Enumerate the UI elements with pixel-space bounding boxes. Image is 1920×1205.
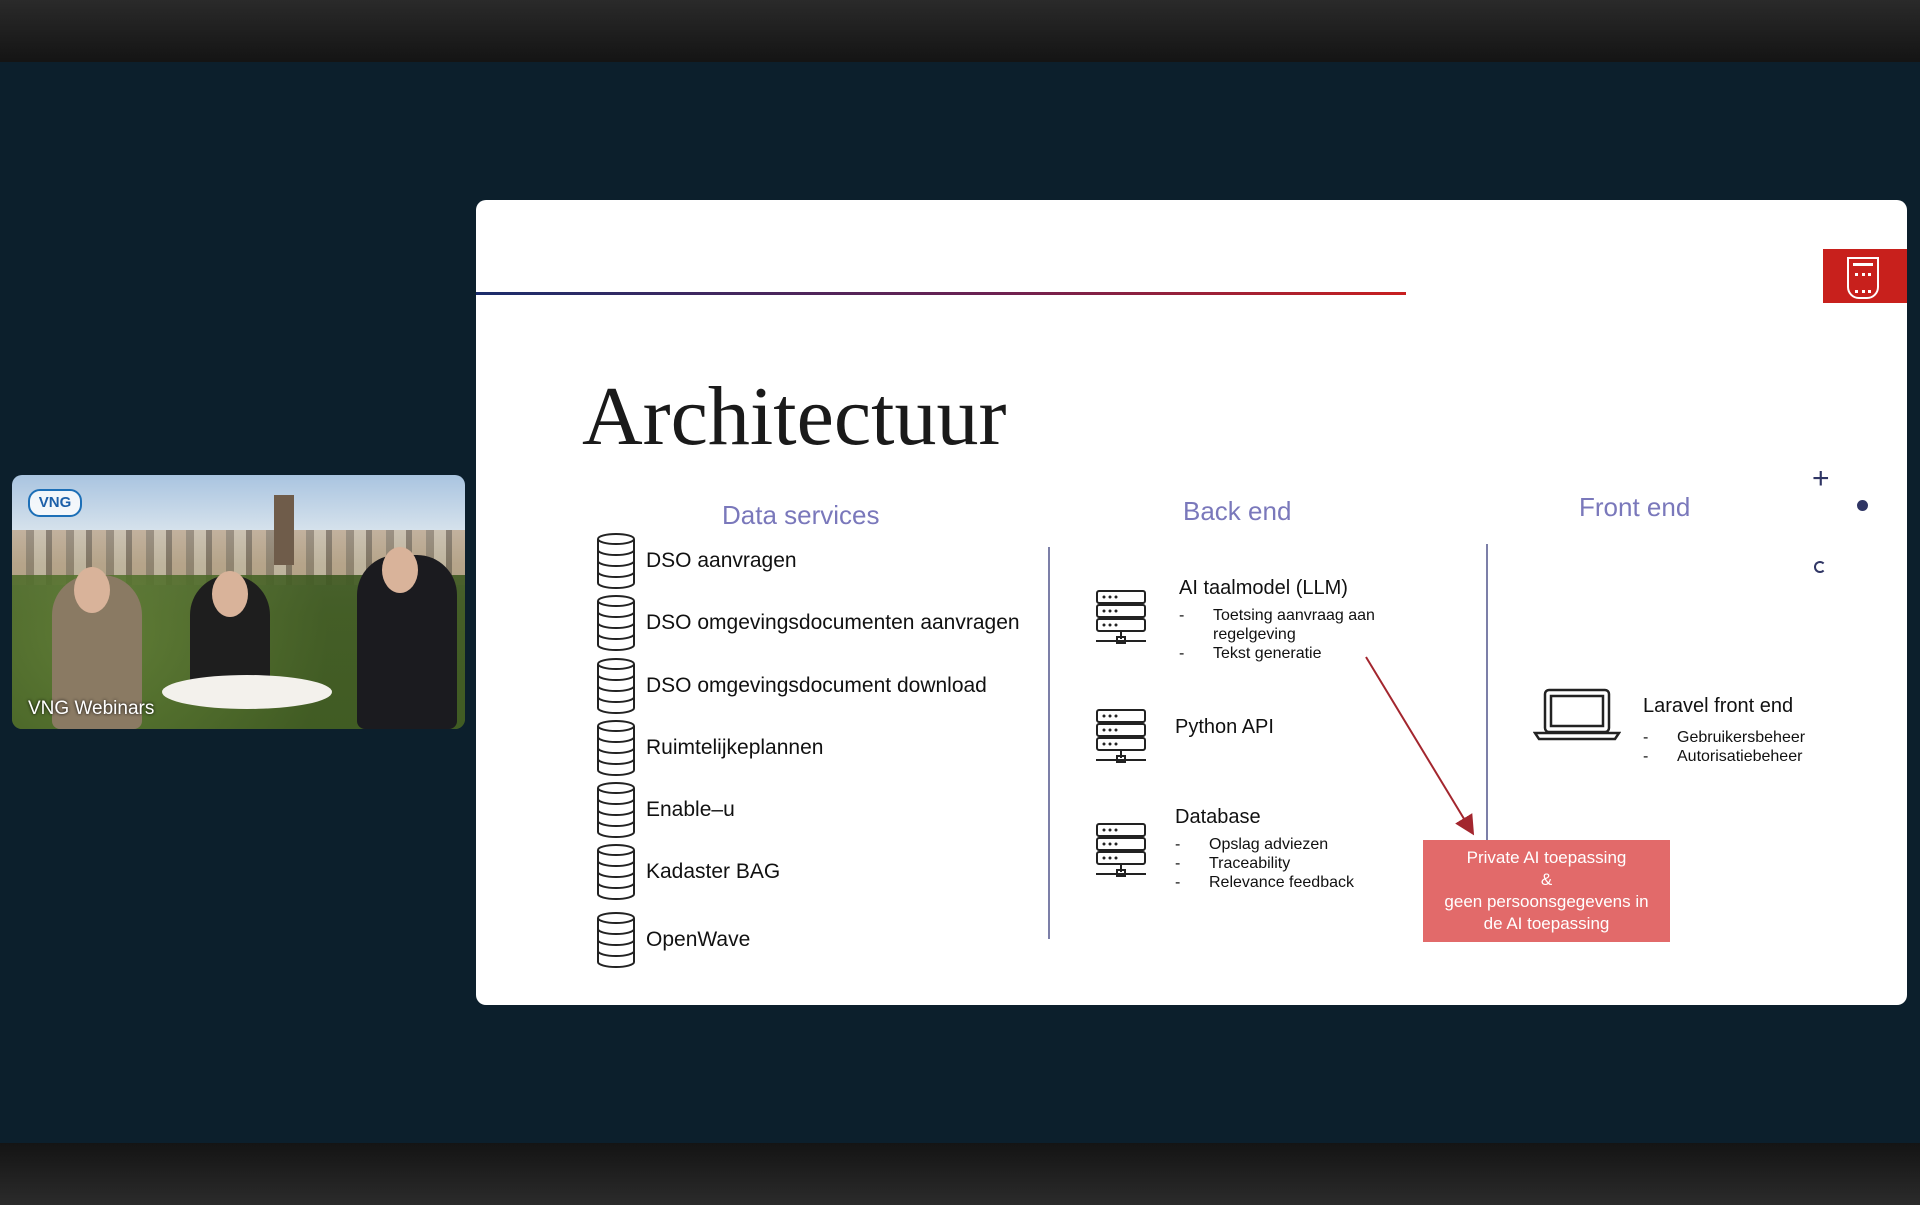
top-bar xyxy=(0,0,1920,62)
webcam-video-tile[interactable]: VNG VNG Webinars xyxy=(12,475,465,729)
callout-line: & xyxy=(1540,870,1553,889)
front-end-bullet: - Gebruikersbeheer xyxy=(1643,729,1806,746)
callout-line: geen persoonsgegevens in xyxy=(1444,892,1649,911)
presentation-slide: Architectuur + Data services Back end Fr… xyxy=(476,200,1907,1005)
vng-logo: VNG xyxy=(28,489,82,517)
laptop-icon xyxy=(1532,687,1622,746)
callout-line: Private AI toepassing xyxy=(1466,848,1627,867)
speaker-right-head xyxy=(382,547,418,593)
webcam-caption: VNG Webinars xyxy=(28,698,155,719)
front-end-bullet: - Autorisatiebeheer xyxy=(1643,748,1803,765)
private-ai-callout: Private AI toepassing & geen persoonsgeg… xyxy=(1423,840,1670,942)
speaker-middle-head xyxy=(212,571,248,617)
callout-line: de AI toepassing xyxy=(1483,914,1610,933)
laravel-label: Laravel front end xyxy=(1643,695,1794,717)
speaker-left-head xyxy=(74,567,110,613)
church-tower xyxy=(274,495,294,565)
front-end-block: Laravel front end - Gebruikersbeheer - Aut… xyxy=(1643,695,1873,766)
arrow-connector xyxy=(1365,656,1475,836)
round-table xyxy=(162,675,332,709)
bottom-bar xyxy=(0,1143,1920,1205)
